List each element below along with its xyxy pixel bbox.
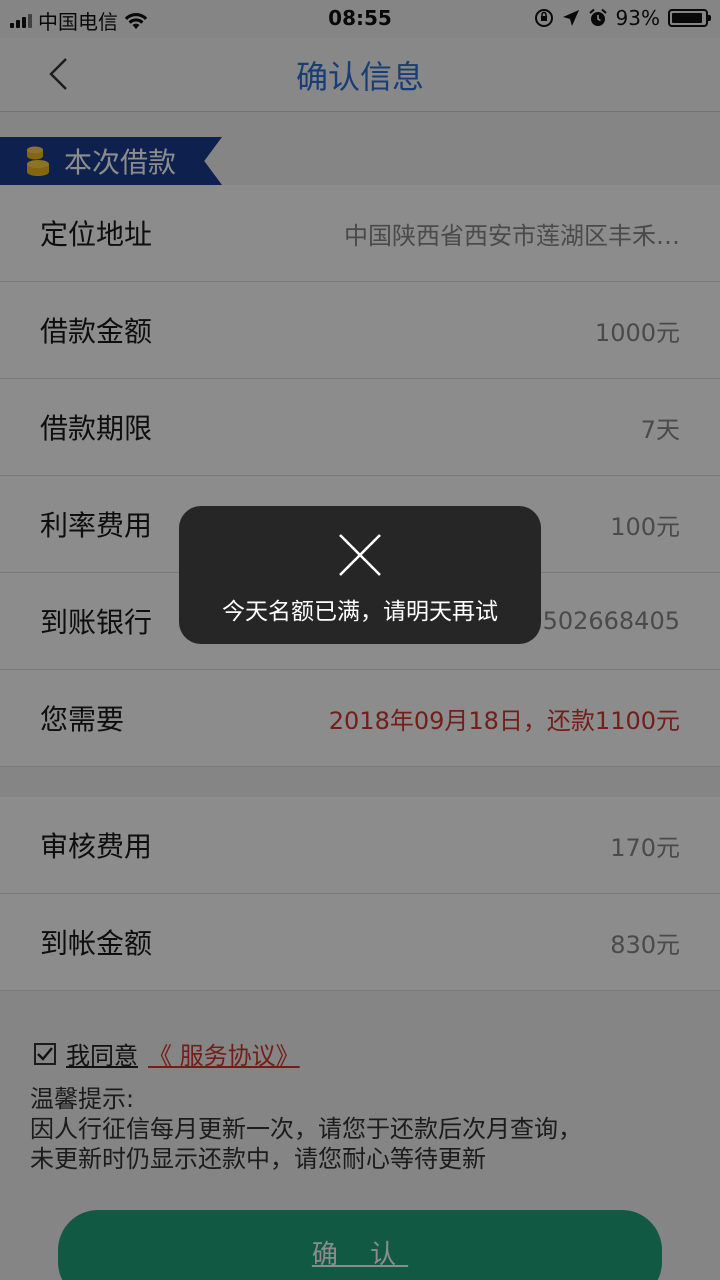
toast: 今天名额已满，请明天再试 bbox=[179, 506, 541, 644]
toast-message: 今天名额已满，请明天再试 bbox=[222, 599, 498, 625]
close-icon bbox=[339, 534, 381, 576]
